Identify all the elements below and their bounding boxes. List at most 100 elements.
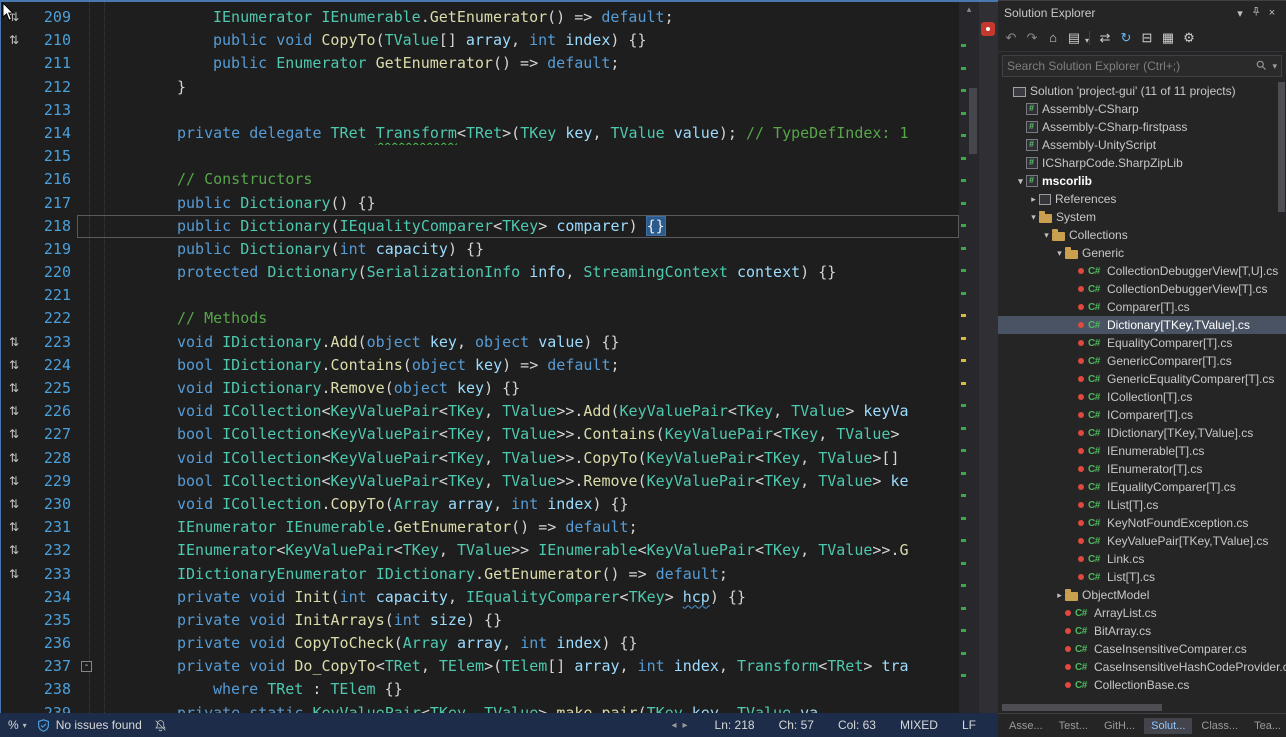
line-text[interactable]: void ICollection<KeyValuePair<TKey, TVal… <box>99 400 959 423</box>
line-text[interactable]: where TRet : TElem {} <box>99 678 959 701</box>
code-line[interactable]: 237-private void Do_CopyTo<TRet, TElem>(… <box>1 655 959 678</box>
code-line[interactable]: ⇅209IEnumerator IEnumerable.GetEnumerato… <box>1 6 959 29</box>
expander-icon[interactable]: ▸ <box>1028 194 1039 205</box>
code-line[interactable]: 217public Dictionary() {} <box>1 192 959 215</box>
tree-item[interactable]: ▾mscorlib <box>998 172 1286 190</box>
scrollbar-thumb[interactable] <box>1002 704 1162 711</box>
tool-tab[interactable]: Asse... <box>1002 718 1050 734</box>
nav-back-icon[interactable]: ↶ <box>1002 29 1020 47</box>
line-number[interactable]: 233 <box>27 563 77 586</box>
tree-item[interactable]: C#GenericComparer[T].cs <box>998 352 1286 370</box>
tree-item[interactable]: C#Comparer[T].cs <box>998 298 1286 316</box>
line-number[interactable]: 213 <box>27 99 77 122</box>
home-icon[interactable]: ⌂ <box>1044 29 1062 47</box>
line-number[interactable]: 231 <box>27 516 77 539</box>
code-line[interactable]: ⇅233IDictionaryEnumerator IDictionary.Ge… <box>1 563 959 586</box>
scrollbar-thumb[interactable] <box>1278 82 1285 212</box>
line-indicator[interactable]: Ln: 218 <box>715 718 755 732</box>
refresh-icon[interactable]: ↻ <box>1117 29 1135 47</box>
code-line[interactable]: 221 <box>1 284 959 307</box>
line-text[interactable]: IEnumerator IEnumerable.GetEnumerator() … <box>99 516 959 539</box>
window-position-icon[interactable]: ▾ <box>1232 7 1248 20</box>
code-line[interactable]: ⇅226void ICollection<KeyValuePair<TKey, … <box>1 400 959 423</box>
line-number[interactable]: 237 <box>27 655 77 678</box>
line-text[interactable]: } <box>99 76 959 99</box>
line-text[interactable]: IEnumerator<KeyValuePair<TKey, TValue>> … <box>99 539 959 562</box>
expander-icon[interactable]: ▾ <box>1041 230 1052 241</box>
line-text[interactable]: private void Do_CopyTo<TRet, TElem>(TEle… <box>99 655 959 678</box>
expander-icon[interactable]: ▸ <box>1054 590 1065 601</box>
line-number[interactable]: 239 <box>27 702 77 713</box>
search-icon[interactable] <box>1255 59 1267 74</box>
implements-icon[interactable]: ⇅ <box>1 400 27 423</box>
line-text[interactable]: private delegate TRet Transform<TRet>(TK… <box>99 122 959 145</box>
properties-icon[interactable]: ⚙ <box>1180 29 1198 47</box>
search-options-caret-icon[interactable]: ▾ <box>1272 61 1277 72</box>
code-line[interactable]: 218 public Dictionary(IEqualityComparer<T… <box>1 215 959 238</box>
code-line[interactable]: ⇅232IEnumerator<KeyValuePair<TKey, TValu… <box>1 539 959 562</box>
line-number[interactable]: 236 <box>27 632 77 655</box>
line-text[interactable]: public void CopyTo(TValue[] array, int i… <box>99 29 959 52</box>
tree-item[interactable]: Assembly-UnityScript <box>998 136 1286 154</box>
line-number[interactable]: 220 <box>27 261 77 284</box>
code-line[interactable]: 234private void Init(int capacity, IEqua… <box>1 586 959 609</box>
line-text[interactable]: void IDictionary.Remove(object key) {} <box>99 377 959 400</box>
line-text[interactable]: // Methods <box>99 307 959 330</box>
tree-item[interactable]: C#IComparer[T].cs <box>998 406 1286 424</box>
line-text[interactable]: private void CopyToCheck(Array array, in… <box>99 632 959 655</box>
line-text[interactable]: // Constructors <box>99 168 959 191</box>
line-number[interactable]: 217 <box>27 192 77 215</box>
tree-item[interactable]: Assembly-CSharp-firstpass <box>998 118 1286 136</box>
tree-item[interactable]: ▸References <box>998 190 1286 208</box>
code-line[interactable]: ⇅223 void IDictionary.Add(object key, obj… <box>1 331 959 354</box>
tree-item[interactable]: C#IEnumerable[T].cs <box>998 442 1286 460</box>
implements-icon[interactable]: ⇅ <box>1 354 27 377</box>
code-line[interactable]: ⇅229bool ICollection<KeyValuePair<TKey, … <box>1 470 959 493</box>
line-number[interactable]: 211 <box>27 52 77 75</box>
code-line[interactable]: 222 // Methods <box>1 307 959 330</box>
expander-icon[interactable]: ▾ <box>1015 176 1026 187</box>
code-line[interactable]: 235private void InitArrays(int size) {} <box>1 609 959 632</box>
dropdown-caret-icon[interactable]: ▾ <box>1085 32 1089 50</box>
line-number[interactable]: 210 <box>27 29 77 52</box>
code-pane[interactable]: ⇅209IEnumerator IEnumerable.GetEnumerato… <box>1 2 959 713</box>
line-number[interactable]: 221 <box>27 284 77 307</box>
line-text[interactable]: public Dictionary(IEqualityComparer<TKey… <box>99 215 959 238</box>
code-line[interactable]: 212} <box>1 76 959 99</box>
code-line[interactable]: ⇅210 public void CopyTo(TValue[] array, i… <box>1 29 959 52</box>
line-number[interactable]: 209 <box>27 6 77 29</box>
tree-item[interactable]: C#IEqualityComparer[T].cs <box>998 478 1286 496</box>
implements-icon[interactable]: ⇅ <box>1 29 27 52</box>
implements-icon[interactable]: ⇅ <box>1 470 27 493</box>
implements-icon[interactable]: ⇅ <box>1 423 27 446</box>
line-ending-indicator[interactable]: LF <box>962 718 976 732</box>
issues-message[interactable]: No issues found <box>56 718 142 732</box>
line-text[interactable]: bool ICollection<KeyValuePair<TKey, TVal… <box>99 470 959 493</box>
tree-item[interactable]: C#EqualityComparer[T].cs <box>998 334 1286 352</box>
line-text[interactable]: bool IDictionary.Contains(object key) =>… <box>99 354 959 377</box>
nav-forward-icon[interactable]: ↷ <box>1023 29 1041 47</box>
line-text[interactable]: IDictionaryEnumerator IDictionary.GetEnu… <box>99 563 959 586</box>
line-text[interactable]: void IDictionary.Add(object key, object … <box>99 331 959 354</box>
line-number[interactable]: 223 <box>27 331 77 354</box>
file-health-indicator[interactable] <box>981 22 995 36</box>
tree-item[interactable]: C#Link.cs <box>998 550 1286 568</box>
tree-item[interactable]: C#CollectionBase.cs <box>998 676 1286 694</box>
code-line[interactable]: 216 // Constructors <box>1 168 959 191</box>
tree-item[interactable]: C#ArrayList.cs <box>998 604 1286 622</box>
code-line[interactable]: ⇅231IEnumerator IEnumerable.GetEnumerato… <box>1 516 959 539</box>
implements-icon[interactable]: ⇅ <box>1 331 27 354</box>
code-line[interactable]: 238where TRet : TElem {} <box>1 678 959 701</box>
line-text[interactable]: protected Dictionary(SerializationInfo i… <box>99 261 959 284</box>
line-number[interactable]: 218 <box>27 215 77 238</box>
line-number[interactable]: 222 <box>27 307 77 330</box>
expander-icon[interactable]: ▾ <box>1054 248 1065 259</box>
line-number[interactable]: 224 <box>27 354 77 377</box>
tree-item[interactable]: ICSharpCode.SharpZipLib <box>998 154 1286 172</box>
line-number[interactable]: 219 <box>27 238 77 261</box>
line-text[interactable]: bool ICollection<KeyValuePair<TKey, TVal… <box>99 423 959 446</box>
line-text[interactable] <box>99 99 959 122</box>
se-horizontal-scrollbar[interactable] <box>1000 703 1284 712</box>
line-number[interactable]: 216 <box>27 168 77 191</box>
notifications-muted-icon[interactable] <box>154 719 167 732</box>
